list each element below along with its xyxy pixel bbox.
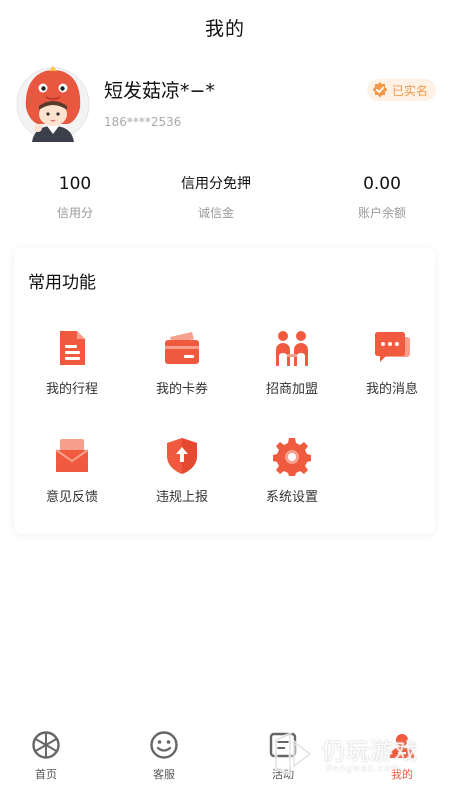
tab-home[interactable]: 首页 <box>0 724 102 800</box>
func-my-messages[interactable]: 我的消息 <box>336 328 448 408</box>
func-label: 我的行程 <box>45 382 98 397</box>
func-violation-report[interactable]: 违规上报 <box>126 436 238 516</box>
people-join-icon <box>276 331 308 366</box>
stat-credit-score[interactable]: 100 信用分 <box>0 172 150 221</box>
verified-seal-icon <box>372 82 388 98</box>
verified-label: 已实名 <box>391 83 428 98</box>
home-wheel-icon <box>32 731 60 759</box>
tab-label: 客服 <box>153 768 175 781</box>
settings-gear-icon <box>273 438 311 476</box>
func-label: 违规上报 <box>155 490 208 505</box>
func-franchise[interactable]: 招商加盟 <box>236 328 348 408</box>
service-smile-icon <box>150 731 178 759</box>
func-feedback[interactable]: 意见反馈 <box>16 436 128 516</box>
func-label: 意见反馈 <box>45 490 98 505</box>
watermark-text: 仍玩游戏 <box>322 739 418 765</box>
coupon-card-icon <box>165 332 199 364</box>
stats-row: 100 信用分 信用分免押 诚信金 0.00 账户余额 <box>0 172 450 232</box>
func-label: 系统设置 <box>265 490 318 505</box>
profile-section[interactable]: 短发菇凉*−* 186****2536 已实名 <box>0 64 450 150</box>
tab-service[interactable]: 客服 <box>108 724 220 800</box>
message-bubble-icon <box>375 332 410 362</box>
stat-deposit[interactable]: 信用分免押 诚信金 <box>141 172 291 221</box>
common-functions-card: 常用功能 我的行程 我的卡券 招商加盟 我的消息 意见反馈 违规上报 系统设置 <box>14 248 435 534</box>
func-my-trips[interactable]: 我的行程 <box>16 328 128 408</box>
func-label: 我的消息 <box>365 382 418 397</box>
watermark: 仍玩游戏 Rengwan.com <box>270 730 440 782</box>
stat-label: 诚信金 <box>197 206 234 220</box>
func-label: 我的卡券 <box>155 382 208 397</box>
trip-document-icon <box>60 331 85 365</box>
feedback-envelope-icon <box>55 439 89 472</box>
verified-badge: 已实名 <box>366 79 436 101</box>
stat-value: 100 <box>58 174 92 194</box>
stat-label: 账户余额 <box>357 206 406 220</box>
nickname: 短发菇凉*−* <box>104 80 215 102</box>
stat-value: 信用分免押 <box>181 176 251 192</box>
card-title: 常用功能 <box>28 273 96 293</box>
report-shield-icon <box>167 438 197 474</box>
avatar[interactable] <box>16 64 90 144</box>
stat-label: 信用分 <box>56 206 93 220</box>
func-label: 招商加盟 <box>265 382 318 397</box>
title-bar: 我的 <box>0 0 450 54</box>
tab-label: 首页 <box>35 768 57 781</box>
phone-number: 186****2536 <box>104 115 182 129</box>
page-title: 我的 <box>204 17 245 40</box>
stat-value: 0.00 <box>363 174 401 194</box>
watermark-logo-icon <box>274 731 313 777</box>
stat-balance[interactable]: 0.00 账户余额 <box>307 172 450 221</box>
func-system-settings[interactable]: 系统设置 <box>236 436 348 516</box>
func-my-coupons[interactable]: 我的卡券 <box>126 328 238 408</box>
watermark-subtext: Rengwan.com <box>326 764 401 774</box>
